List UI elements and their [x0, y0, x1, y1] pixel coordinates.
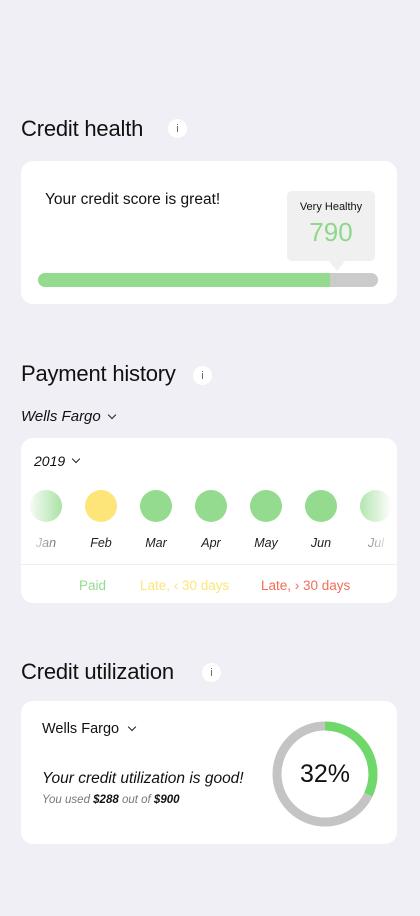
credit-utilization-title: Credit utilization — [21, 659, 174, 685]
chevron-down-icon — [71, 454, 81, 464]
credit-utilization-card: Wells Fargo Your credit utilization is g… — [21, 701, 397, 844]
month-item[interactable]: May — [246, 490, 286, 550]
utilization-total: $900 — [153, 794, 180, 806]
utilization-message: Your credit utilization is good! — [42, 770, 244, 787]
month-item[interactable]: Mar — [136, 490, 176, 550]
credit-health-title: Credit health — [21, 116, 143, 142]
utilization-bank-select[interactable]: Wells Fargo — [42, 721, 137, 737]
month-item[interactable]: Apr — [191, 490, 231, 550]
credit-score-message: Your credit score is great! — [45, 191, 221, 208]
utilization-bank-label: Wells Fargo — [42, 721, 120, 737]
utilization-detail-prefix: You used — [42, 794, 94, 806]
payment-history-card: 2019 JanFebMarAprMayJunJul Paid Late, ‹ … — [21, 438, 397, 603]
score-value: 790 — [309, 217, 353, 247]
utilization-used: $288 — [93, 794, 119, 806]
legend-late-under-30: Late, ‹ 30 days — [140, 578, 230, 593]
month-label: Jun — [310, 536, 332, 550]
payment-bank-select[interactable]: Wells Fargo — [21, 408, 116, 425]
utilization-detail: You used $288 out of $900 — [42, 794, 180, 806]
score-badge: Very Healthy 790 — [287, 191, 375, 261]
credit-health-card: Your credit score is great! Very Healthy… — [21, 161, 397, 304]
month-carousel[interactable]: JanFebMarAprMayJunJul — [21, 490, 397, 560]
payment-history-title: Payment history — [21, 361, 176, 387]
month-label: May — [254, 536, 278, 550]
info-icon[interactable]: i — [168, 119, 187, 138]
score-status: Very Healthy — [299, 201, 363, 213]
month-label: Feb — [90, 536, 112, 550]
info-icon[interactable]: i — [193, 366, 212, 385]
legend-paid: Paid — [79, 578, 107, 593]
month-label: Apr — [201, 536, 221, 550]
year-label: 2019 — [34, 453, 66, 469]
payment-history-title-text: Payment history — [21, 361, 176, 386]
info-icon[interactable]: i — [202, 663, 221, 682]
year-select[interactable]: 2019 — [34, 453, 81, 469]
credit-health-bar — [38, 273, 378, 287]
score-badge-pointer — [329, 261, 345, 271]
payment-status-dot — [85, 490, 117, 522]
carousel-fade-right — [347, 478, 397, 558]
credit-health-bar-fill — [38, 273, 331, 287]
payment-status-dot — [250, 490, 282, 522]
month-item[interactable]: Feb — [81, 490, 121, 550]
payment-status-dot — [140, 490, 172, 522]
chevron-down-icon — [127, 722, 137, 732]
payment-status-dot — [195, 490, 227, 522]
payment-status-dot — [305, 490, 337, 522]
legend-late-over-30: Late, › 30 days — [261, 578, 351, 593]
legend-divider — [21, 564, 397, 565]
credit-health-title-text: Credit health — [21, 116, 144, 141]
month-item[interactable]: Jun — [301, 490, 341, 550]
utilization-detail-mid: out of — [118, 794, 154, 806]
chevron-down-icon — [107, 410, 116, 419]
carousel-fade-left — [21, 478, 71, 558]
payment-bank-label: Wells Fargo — [21, 408, 101, 425]
month-label: Mar — [145, 536, 167, 550]
credit-utilization-title-text: Credit utilization — [21, 659, 174, 684]
utilization-percent: 32% — [299, 759, 351, 788]
